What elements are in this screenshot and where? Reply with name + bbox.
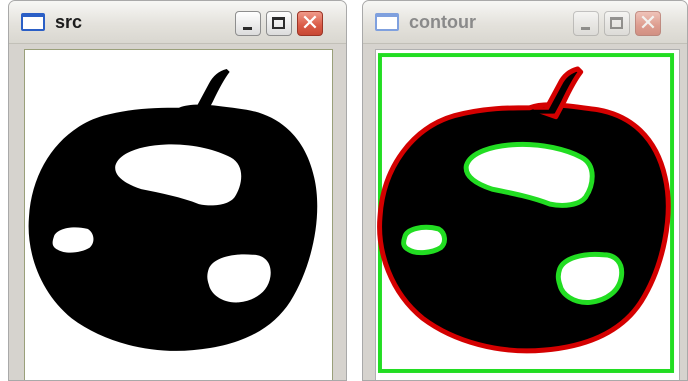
close-button[interactable]: ✕ xyxy=(635,11,661,36)
window-title: src xyxy=(55,12,83,32)
hole-contour-small-left xyxy=(401,224,447,256)
src-window[interactable]: src ✕ xyxy=(8,0,347,381)
close-icon: ✕ xyxy=(638,11,658,36)
maximize-icon xyxy=(272,17,285,29)
window-icon xyxy=(375,13,399,31)
contour-image xyxy=(377,53,675,373)
maximize-button[interactable] xyxy=(266,11,292,36)
window-icon xyxy=(21,13,45,31)
close-icon: ✕ xyxy=(300,11,320,36)
window-title: contour xyxy=(409,12,476,32)
title-bar[interactable]: contour ✕ xyxy=(363,1,687,44)
image-canvas xyxy=(375,49,680,380)
minimize-icon xyxy=(243,27,252,30)
minimize-button[interactable] xyxy=(573,11,599,36)
maximize-icon xyxy=(610,17,623,29)
src-image xyxy=(28,68,318,351)
hole-contour-small-right xyxy=(555,251,625,305)
maximize-button[interactable] xyxy=(604,11,630,36)
image-canvas xyxy=(24,49,333,380)
close-button[interactable]: ✕ xyxy=(297,11,323,36)
minimize-icon xyxy=(581,27,590,30)
contour-window[interactable]: contour ✕ xyxy=(362,0,688,381)
outer-contour-join xyxy=(531,109,554,114)
hole-small-left xyxy=(52,227,94,253)
minimize-button[interactable] xyxy=(235,11,261,36)
title-bar[interactable]: src ✕ xyxy=(9,1,346,44)
